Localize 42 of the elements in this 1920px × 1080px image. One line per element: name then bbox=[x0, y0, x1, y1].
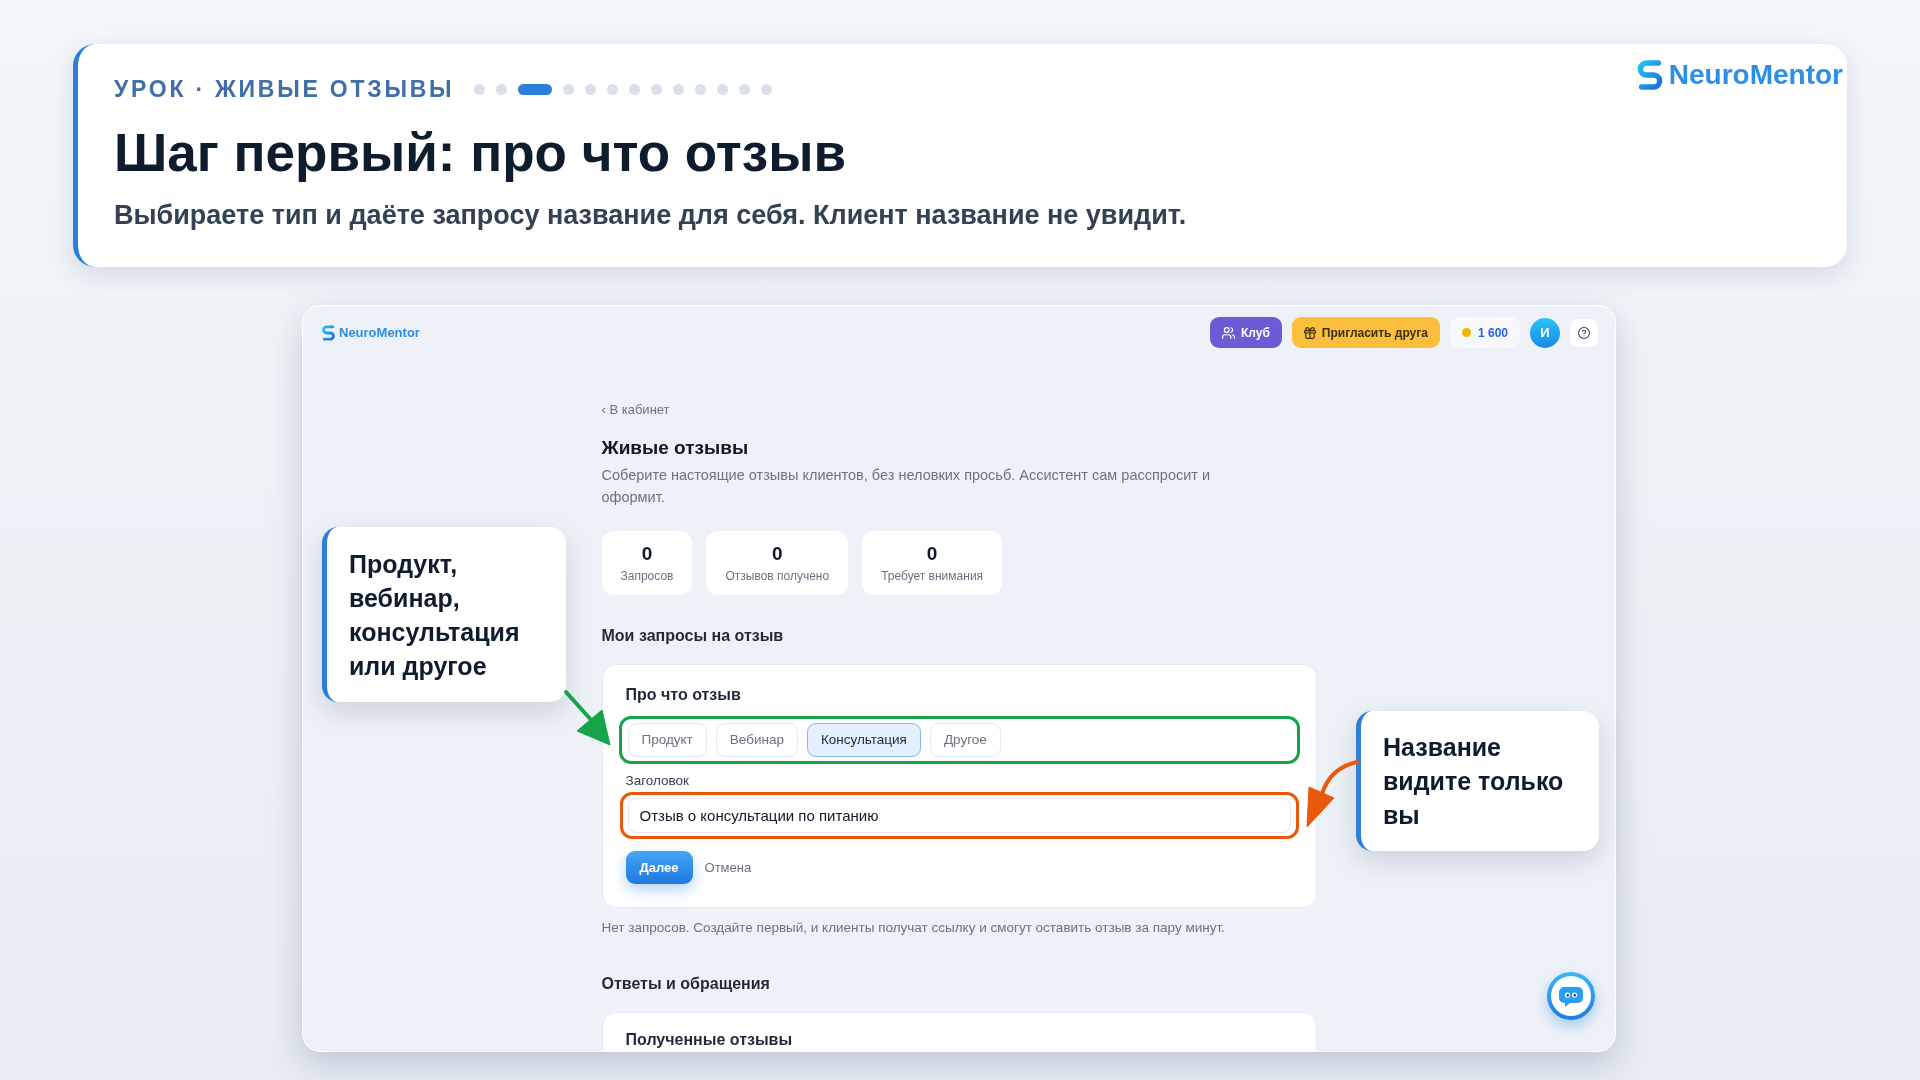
help-icon bbox=[1578, 326, 1590, 339]
stat-label: Требует внимания bbox=[881, 569, 984, 583]
club-button[interactable]: Клуб bbox=[1210, 317, 1282, 348]
chat-bubble-icon bbox=[1551, 976, 1591, 1016]
lesson-eyebrow: УРОК · ЖИВЫЕ ОТЗЫВЫ bbox=[114, 76, 455, 102]
form-heading: Про что отзыв bbox=[625, 685, 742, 705]
stat-label: Отзывов получено bbox=[725, 569, 830, 583]
brand-name: NeuroMentor bbox=[1668, 59, 1843, 91]
help-button[interactable] bbox=[1570, 318, 1598, 347]
card-heading: Полученные отзывы bbox=[625, 1030, 794, 1050]
cancel-button[interactable]: Отмена bbox=[704, 851, 752, 884]
gift-icon bbox=[1303, 326, 1316, 339]
title-input[interactable]: Отзыв о консультации по питанию bbox=[627, 798, 1291, 833]
page-description: Соберите настоящие отзывы клиентов, без неловких просьб. Ассистент сам расспросит и оформит. bbox=[601, 466, 1212, 507]
back-link[interactable]: ‹ В кабинет bbox=[601, 401, 670, 419]
stat-value: 0 bbox=[641, 543, 653, 565]
callout: Название видите только вы bbox=[1356, 711, 1599, 851]
page-title: Живые отзывы bbox=[601, 436, 750, 460]
field-label: Заголовок bbox=[625, 773, 690, 789]
next-button[interactable]: Далее bbox=[625, 851, 693, 884]
app-logo-text: NeuroMentor bbox=[339, 324, 420, 341]
type-option[interactable]: Продукт bbox=[627, 723, 707, 757]
chat-button[interactable] bbox=[1547, 972, 1595, 1020]
coin-amount: 1 600 bbox=[1477, 324, 1508, 342]
section-heading: Мои запросы на отзыв bbox=[601, 626, 785, 646]
stat-value: 0 bbox=[772, 543, 783, 565]
section-heading: Ответы и обращения bbox=[601, 974, 771, 994]
people-icon bbox=[1222, 326, 1235, 339]
logo-icon bbox=[322, 324, 335, 341]
coin-icon bbox=[1461, 328, 1471, 337]
logo-icon bbox=[1636, 60, 1663, 90]
lesson-title: Шаг первый: про что отзыв bbox=[114, 122, 847, 184]
type-option[interactable]: Вебинар bbox=[715, 723, 798, 757]
invite-button[interactable]: Пригласить друга bbox=[1291, 317, 1440, 348]
stat-label: Запросов bbox=[620, 569, 674, 583]
lesson-subtitle: Выбираете тип и даёте запросу название для себя. Клиент название не увидит. bbox=[114, 199, 1188, 231]
type-option[interactable]: Другое bbox=[929, 723, 1001, 757]
type-option[interactable]: Консультация bbox=[806, 723, 921, 757]
user-avatar[interactable]: И bbox=[1530, 317, 1560, 348]
stat-value: 0 bbox=[926, 543, 938, 565]
callout: Продукт, вебинар, консультация или другое bbox=[322, 527, 566, 702]
empty-note: Нет запросов. Создайте первый, и клиенты получат ссылку и смогут оставить отзыв за пару минут. bbox=[601, 919, 1226, 937]
